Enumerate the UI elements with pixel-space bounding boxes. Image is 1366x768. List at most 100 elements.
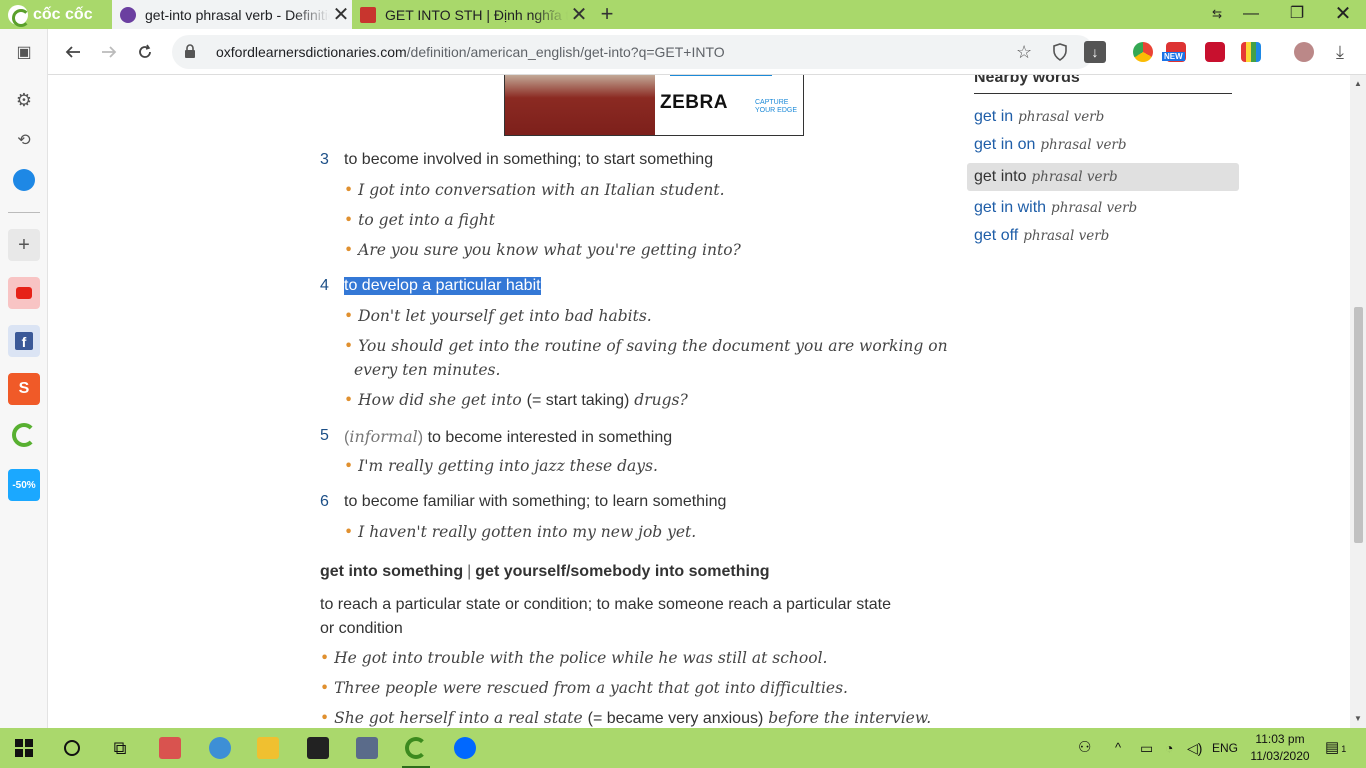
sense-definition: to become familiar with something; to le… bbox=[344, 493, 727, 510]
reload-icon bbox=[139, 44, 151, 58]
language-indicator[interactable]: ENG bbox=[1212, 728, 1238, 768]
nearby-word-link[interactable]: get in with phrasal verb bbox=[974, 194, 1246, 222]
close-tab-icon[interactable]: ✕ bbox=[330, 2, 352, 27]
close-window-button[interactable]: ✕ bbox=[1320, 0, 1366, 29]
browser-toolbar: oxfordlearnersdictionaries.com/definitio… bbox=[48, 29, 1366, 75]
example-sentence: • Three people were rescued from a yacht … bbox=[320, 679, 848, 697]
cambridge-favicon-icon bbox=[360, 6, 376, 23]
scroll-thumb[interactable] bbox=[1354, 307, 1363, 543]
ad-brand: ZEBRA bbox=[660, 92, 728, 113]
example-sentence: • You should get into the routine of savi… bbox=[344, 337, 948, 379]
back-button[interactable] bbox=[58, 37, 88, 67]
search-circle-icon[interactable] bbox=[52, 732, 92, 764]
battery-icon[interactable]: ▭ bbox=[1140, 728, 1153, 768]
brand-label: cốc cốc bbox=[33, 5, 93, 23]
address-bar[interactable]: oxfordlearnersdictionaries.com/definitio… bbox=[172, 35, 1106, 69]
coccoc-taskbar-icon[interactable] bbox=[396, 732, 436, 768]
example-sentence: • to get into a fight bbox=[344, 211, 495, 229]
sense-definition-selected[interactable]: to develop a particular habit bbox=[344, 277, 541, 295]
browser-brand[interactable]: cốc cốc bbox=[0, 0, 112, 29]
idiom-definition: to reach a particular state or condition… bbox=[320, 596, 891, 637]
reload-button[interactable] bbox=[130, 37, 160, 67]
idiom-heading: get into something | get yourself/somebody… bbox=[320, 563, 770, 580]
taskbar-app-paint-icon[interactable] bbox=[200, 732, 240, 764]
nearby-words-panel: Nearby words get in phrasal verb get in o… bbox=[967, 75, 1239, 244]
scroll-up-icon[interactable]: ▲ bbox=[1350, 79, 1366, 88]
shopee-icon[interactable]: S bbox=[8, 373, 40, 405]
sidebar-toggle-icon[interactable]: ▣ bbox=[8, 36, 40, 68]
facebook-icon[interactable]: f bbox=[8, 325, 40, 357]
restore-button[interactable]: ❐ bbox=[1274, 0, 1320, 29]
youtube-icon[interactable] bbox=[8, 277, 40, 309]
file-explorer-icon[interactable] bbox=[248, 732, 288, 764]
ad-tagline: CAPTURE YOUR EDGE bbox=[755, 99, 797, 115]
example-sentence: • I haven't really gotten into my new job… bbox=[344, 523, 697, 541]
url-path: /definition/american_english/get-into?q=… bbox=[406, 44, 725, 60]
ad-accent-bar bbox=[670, 75, 772, 76]
taskbar-app-tool-icon[interactable] bbox=[347, 732, 387, 764]
example-sentence: • Don't let yourself get into bad habits. bbox=[344, 307, 652, 325]
new-tab-button[interactable]: + bbox=[594, 0, 620, 29]
example-sentence: • I got into conversation with an Italian… bbox=[344, 181, 725, 199]
example-gloss: (= start taking) bbox=[526, 392, 630, 409]
bookmark-star-icon[interactable]: ☆ bbox=[1016, 42, 1032, 63]
ad-tagline-1: CAPTURE bbox=[755, 99, 789, 106]
nearby-word-link[interactable]: get in on phrasal verb bbox=[974, 131, 1246, 159]
tab-cambridge[interactable]: GET INTO STH | Định nghĩa trong ✕ bbox=[352, 0, 590, 29]
page-scrollbar[interactable]: ▲ ▼ bbox=[1350, 75, 1366, 728]
clock-time: 11:03 pm bbox=[1255, 732, 1305, 746]
coccoc-sidebar-icon[interactable] bbox=[8, 419, 40, 451]
people-icon[interactable]: ⚇ bbox=[1078, 728, 1091, 768]
settings-gear-icon[interactable]: ⚙ bbox=[8, 84, 40, 116]
zebra-advertisement[interactable]: ZEBRA CAPTURE YOUR EDGE bbox=[504, 75, 804, 136]
downloads-icon[interactable]: ⤓ bbox=[1325, 37, 1355, 67]
shield-icon[interactable] bbox=[1052, 43, 1068, 66]
nearby-word-link[interactable]: get off phrasal verb bbox=[974, 222, 1246, 250]
system-clock[interactable]: 11:03 pm 11/03/2020 bbox=[1244, 731, 1316, 765]
scroll-down-icon[interactable]: ▼ bbox=[1350, 714, 1366, 723]
forward-arrow-icon bbox=[102, 46, 117, 58]
notifications-icon[interactable]: ▤ 1 bbox=[1325, 728, 1346, 768]
windows-taskbar: ⧉ ⚇ ^ ▭ ◔ ◁) ENG 11:03 pm 11/03/2020 ▤ 1 bbox=[0, 728, 1366, 768]
sense-definition: (informal) to become interested in somet… bbox=[344, 427, 673, 446]
zalo-icon[interactable] bbox=[445, 732, 485, 764]
tab-oxford[interactable]: get-into phrasal verb - Definition ✕ bbox=[112, 0, 352, 29]
forward-button[interactable] bbox=[94, 37, 124, 67]
volume-icon[interactable]: ◁) bbox=[1187, 728, 1202, 768]
url-domain: oxfordlearnersdictionaries.com bbox=[216, 44, 407, 60]
history-icon[interactable]: ⟲ bbox=[8, 124, 40, 156]
extension-chrome-icon[interactable] bbox=[1133, 42, 1153, 62]
oxford-favicon-icon bbox=[120, 6, 136, 23]
taskbar-app-office-icon[interactable] bbox=[150, 732, 190, 764]
left-sidebar: ▣ ⚙ ⟲ + f S -50% bbox=[0, 29, 48, 728]
start-button[interactable] bbox=[4, 732, 44, 764]
sense-definition: to become involved in something; to star… bbox=[344, 151, 714, 168]
messenger-icon[interactable] bbox=[8, 164, 40, 196]
extension-colors-icon[interactable] bbox=[1241, 42, 1261, 62]
lock-icon bbox=[184, 44, 200, 60]
wifi-icon[interactable]: ◔ bbox=[1165, 728, 1173, 768]
download-video-icon[interactable]: ↓ bbox=[1084, 41, 1106, 63]
example-sentence: • She got herself into a real state (= be… bbox=[320, 709, 932, 727]
sidebar-divider bbox=[8, 212, 40, 213]
example-sentence: • How did she get into (= start taking) d… bbox=[344, 391, 688, 409]
page-content: ZEBRA CAPTURE YOUR EDGE 3 to become invol… bbox=[48, 75, 1350, 728]
show-hidden-icons[interactable]: ^ bbox=[1115, 728, 1121, 768]
clock-date: 11/03/2020 bbox=[1250, 749, 1310, 763]
nearby-word-current[interactable]: get into phrasal verb bbox=[967, 163, 1239, 191]
profile-avatar[interactable] bbox=[1294, 42, 1314, 62]
extension-new-icon[interactable]: NEW bbox=[1162, 42, 1186, 62]
url-text: oxfordlearnersdictionaries.com/definitio… bbox=[216, 44, 725, 60]
nearby-word-link[interactable]: get in phrasal verb bbox=[974, 103, 1246, 131]
extension-red-icon[interactable] bbox=[1205, 42, 1225, 62]
sticky-notes-icon[interactable] bbox=[298, 732, 338, 764]
close-tab-icon[interactable]: ✕ bbox=[568, 2, 590, 27]
add-shortcut-icon[interactable]: + bbox=[8, 229, 40, 261]
sense-number: 4 bbox=[320, 277, 329, 294]
example-sentence: • I'm really getting into jazz these days… bbox=[344, 457, 658, 475]
minimize-button[interactable]: — bbox=[1228, 0, 1274, 29]
tab-title: GET INTO STH | Định nghĩa trong bbox=[385, 6, 568, 23]
ad-photo bbox=[505, 75, 655, 135]
task-view-icon[interactable]: ⧉ bbox=[100, 732, 140, 764]
tiki-icon[interactable]: -50% bbox=[8, 469, 40, 501]
